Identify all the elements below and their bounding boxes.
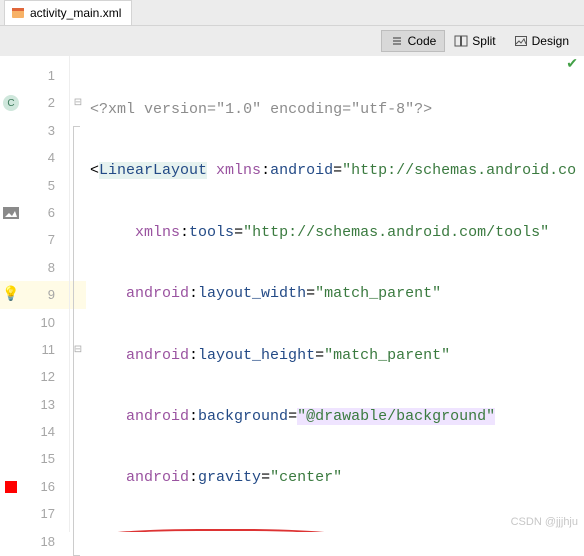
line-number: 7: [48, 232, 55, 247]
tab-label: activity_main.xml: [30, 6, 121, 20]
line-number: 8: [48, 260, 55, 275]
line-number: 2: [48, 95, 55, 110]
line-number: 18: [41, 534, 55, 549]
line-number: 13: [41, 397, 55, 412]
view-mode-split-label: Split: [472, 34, 495, 48]
code-line[interactable]: android:gravity="center": [86, 464, 584, 491]
class-marker-icon[interactable]: C: [3, 95, 19, 111]
view-mode-code[interactable]: Code: [381, 30, 446, 52]
fold-toggle-icon[interactable]: ⊟: [74, 97, 82, 109]
fold-gutter: ⊟ ⊟: [70, 56, 86, 532]
xml-file-icon: [11, 6, 25, 20]
view-mode-design[interactable]: Design: [505, 30, 578, 52]
line-number: 14: [41, 424, 55, 439]
line-number-gutter: 1 2 3 4 5 6 7 8 9 10 11 12 13 14 15 16 1…: [22, 56, 70, 532]
image-resource-icon[interactable]: [3, 206, 19, 220]
design-view-toolbar: Code Split Design: [0, 26, 584, 56]
editor-tabs: activity_main.xml: [0, 0, 584, 26]
line-number: 17: [41, 506, 55, 521]
code-line[interactable]: android:orientation="vertical": [86, 526, 584, 532]
icon-gutter: C 💡: [0, 56, 22, 532]
color-swatch-icon[interactable]: [5, 481, 17, 493]
line-number: 1: [48, 68, 55, 83]
view-mode-design-label: Design: [532, 34, 569, 48]
line-number: 5: [48, 178, 55, 193]
split-icon: [454, 34, 468, 48]
line-number: 11: [42, 342, 56, 357]
line-number: 3: [48, 123, 55, 138]
view-mode-split[interactable]: Split: [445, 30, 504, 52]
line-number: 15: [41, 451, 55, 466]
code-line[interactable]: android:background="@drawable/background…: [86, 403, 584, 430]
line-number: 9: [48, 287, 55, 302]
code-line[interactable]: android:layout_width="match_parent": [86, 280, 584, 307]
code-line[interactable]: <LinearLayout xmlns:android="http://sche…: [86, 157, 584, 184]
line-number: 12: [41, 369, 55, 384]
design-icon: [514, 34, 528, 48]
watermark: CSDN @jjjhju: [511, 516, 578, 528]
view-mode-code-label: Code: [408, 34, 437, 48]
line-number: 16: [41, 479, 55, 494]
code-line[interactable]: <?xml version="1.0" encoding="utf-8"?>: [86, 96, 584, 123]
tab-activity-main[interactable]: activity_main.xml: [4, 0, 132, 25]
code-editor[interactable]: C 💡 1 2 3 4 5 6 7 8 9 10 11 12 13 14 15 …: [0, 56, 584, 532]
line-number: 6: [48, 205, 55, 220]
line-number: 10: [41, 315, 55, 330]
code-line[interactable]: android:layout_height="match_parent": [86, 342, 584, 369]
code-area[interactable]: <?xml version="1.0" encoding="utf-8"?> <…: [86, 56, 584, 532]
code-icon: [390, 34, 404, 48]
lightbulb-icon[interactable]: 💡: [2, 286, 19, 303]
line-number: 4: [48, 150, 55, 165]
code-line[interactable]: xmlns:tools="http://schemas.android.com/…: [86, 219, 584, 246]
